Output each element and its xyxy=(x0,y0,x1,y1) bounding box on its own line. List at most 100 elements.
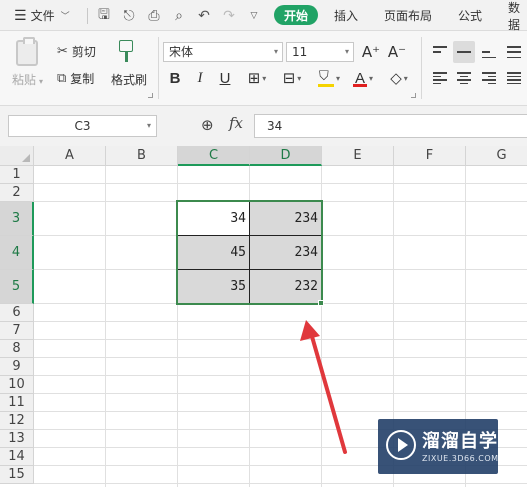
divider xyxy=(87,8,88,24)
cell-style-button[interactable]: ⊟ ▾ xyxy=(277,68,307,88)
row-header-1[interactable]: 1 xyxy=(0,166,34,184)
gridline xyxy=(34,303,527,304)
column-header-c[interactable]: C xyxy=(178,146,250,166)
grow-font-button[interactable]: A⁺ xyxy=(360,41,382,63)
print-icon[interactable]: ⎙ xyxy=(145,0,163,31)
italic-button[interactable]: I xyxy=(191,68,209,88)
font-dialog-launcher[interactable] xyxy=(411,93,416,98)
cell-d5[interactable]: 232 xyxy=(250,270,321,303)
tab-page-layout[interactable]: 页面布局 xyxy=(384,0,432,31)
align-top-button[interactable] xyxy=(429,41,451,63)
row-header-8[interactable]: 8 xyxy=(0,340,34,358)
font-color-icon: A xyxy=(352,70,367,87)
print-preview-icon[interactable]: ⌕ xyxy=(170,0,188,31)
clear-format-button[interactable]: ◇ ▾ xyxy=(384,68,414,88)
wrap-text-icon xyxy=(507,46,521,58)
copy-icon: ⧉ xyxy=(57,71,67,86)
format-painter-icon[interactable] xyxy=(117,40,137,64)
row-header-13[interactable]: 13 xyxy=(0,430,34,448)
underline-button[interactable]: U xyxy=(216,68,234,88)
font-color-button[interactable]: A ▾ xyxy=(348,68,378,88)
row-header-5[interactable]: 5 xyxy=(0,270,34,304)
cell-border xyxy=(178,269,322,270)
shrink-font-button[interactable]: A⁻ xyxy=(386,41,408,63)
formula-input[interactable]: 34 xyxy=(254,114,527,138)
copy-button[interactable]: ⧉ 复制 xyxy=(57,70,94,87)
row-header-4[interactable]: 4 xyxy=(0,236,34,270)
row-header-7[interactable]: 7 xyxy=(0,322,34,340)
grow-font-icon: A⁺ xyxy=(361,43,381,61)
row-header-6[interactable]: 6 xyxy=(0,304,34,322)
align-center-icon xyxy=(457,72,471,84)
align-middle-button[interactable] xyxy=(453,41,475,63)
column-header-b[interactable]: B xyxy=(106,146,178,166)
formula-bar: C3 ▾ ⊕ fx 34 xyxy=(0,106,527,146)
row-header-15[interactable]: 15 xyxy=(0,466,34,484)
column-header-a[interactable]: A xyxy=(34,146,106,166)
save-icon[interactable]: 🖫 xyxy=(95,0,113,31)
tab-data[interactable]: 数据 xyxy=(508,0,527,32)
chevron-down-icon: ﹀ xyxy=(60,12,70,22)
gridline xyxy=(34,321,527,322)
row-header-14[interactable]: 14 xyxy=(0,448,34,466)
cut-button[interactable]: ✂ 剪切 xyxy=(57,43,96,60)
align-bottom-button[interactable] xyxy=(478,41,500,63)
quick-access-dropdown-icon[interactable]: ▽ xyxy=(245,0,263,31)
cell-d3[interactable]: 234 xyxy=(250,202,321,235)
row-header-10[interactable]: 10 xyxy=(0,376,34,394)
fill-handle[interactable] xyxy=(318,300,324,306)
hamburger-icon: ☰ xyxy=(14,7,27,24)
row-header-9[interactable]: 9 xyxy=(0,358,34,376)
tab-formulas[interactable]: 公式 xyxy=(458,0,482,31)
cell-d4[interactable]: 234 xyxy=(250,236,321,269)
export-icon[interactable]: ⎋ xyxy=(120,0,138,31)
undo-icon[interactable]: ↶ xyxy=(195,0,213,31)
cell-c4[interactable]: 45 xyxy=(178,236,249,269)
gridline xyxy=(105,166,106,487)
cell-border xyxy=(178,235,322,236)
file-menu-label: 文件 xyxy=(30,9,55,23)
bold-button[interactable]: B xyxy=(166,68,184,88)
font-size-select[interactable]: 11 ▾ xyxy=(286,42,354,62)
paste-icon[interactable] xyxy=(16,37,38,66)
chevron-down-icon: ▾ xyxy=(297,73,302,83)
fx-icon[interactable]: fx xyxy=(229,114,243,132)
file-menu[interactable]: ☰ 文件 ﹀ xyxy=(14,0,70,31)
watermark-title: 溜溜自学 xyxy=(422,431,498,452)
format-painter-label[interactable]: 格式刷 xyxy=(111,71,147,88)
justify-button[interactable] xyxy=(503,68,525,88)
fill-color-button[interactable]: ⛉ ▾ xyxy=(313,68,345,88)
name-box[interactable]: C3 ▾ xyxy=(8,115,157,137)
cell-c5[interactable]: 35 xyxy=(178,270,249,303)
align-right-button[interactable] xyxy=(478,68,500,88)
clipboard-dialog-launcher[interactable] xyxy=(148,93,153,98)
chevron-down-icon: ▾ xyxy=(146,121,151,130)
menu-bar: ☰ 文件 ﹀ 🖫 ⎋ ⎙ ⌕ ↶ ↷ ▽ 开始 插入 页面布局 公式 数据 xyxy=(0,0,527,32)
gridline xyxy=(34,357,527,358)
column-header-g[interactable]: G xyxy=(466,146,527,166)
tab-home[interactable]: 开始 xyxy=(274,5,318,25)
align-left-button[interactable] xyxy=(429,68,451,88)
watermark: 溜溜自学 ZIXUE.3D66.COM xyxy=(378,419,498,474)
borders-button[interactable]: ⊞ ▾ xyxy=(242,68,272,88)
row-header-2[interactable]: 2 xyxy=(0,184,34,202)
cut-label: 剪切 xyxy=(71,45,96,59)
row-header-3[interactable]: 3 xyxy=(0,202,34,236)
gridline xyxy=(321,166,322,487)
align-center-button[interactable] xyxy=(453,68,475,88)
column-header-f[interactable]: F xyxy=(394,146,466,166)
column-header-e[interactable]: E xyxy=(322,146,394,166)
row-header-11[interactable]: 11 xyxy=(0,394,34,412)
tab-insert[interactable]: 插入 xyxy=(334,0,358,31)
zoom-icon[interactable]: ⊕ xyxy=(201,116,214,134)
font-name-select[interactable]: 宋体 ▾ xyxy=(163,42,283,62)
select-all-button[interactable] xyxy=(0,146,34,166)
cell-c3[interactable]: 34 xyxy=(178,202,249,235)
align-middle-icon xyxy=(457,46,471,58)
row-header-12[interactable]: 12 xyxy=(0,412,34,430)
wrap-text-button[interactable] xyxy=(503,41,525,63)
redo-icon[interactable]: ↷ xyxy=(220,0,238,31)
column-header-d[interactable]: D xyxy=(250,146,322,166)
paste-label[interactable]: 粘贴 ▾ xyxy=(12,71,43,88)
copy-label: 复制 xyxy=(70,72,95,86)
